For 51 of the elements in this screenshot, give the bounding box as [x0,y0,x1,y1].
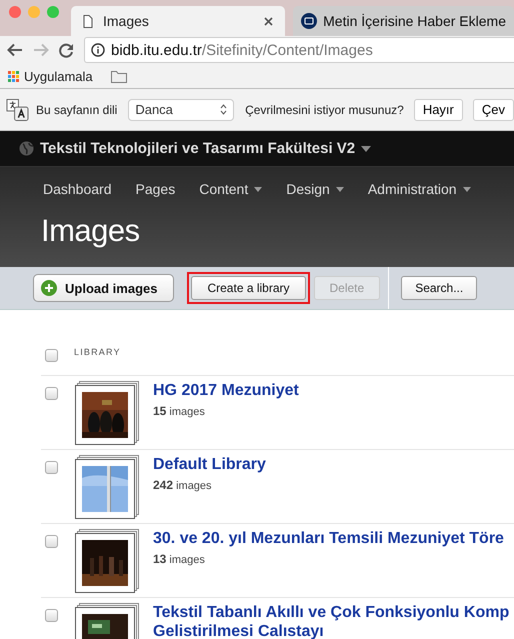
caret-icon [462,186,471,192]
image-count: 13 images [153,552,206,566]
image-count: 242 images [153,478,213,492]
university-logo-icon [301,13,318,29]
library-title[interactable]: Tekstil Tabanlı Akıllı ve Çok Fonksiyonlu Komp [153,603,510,622]
close-window-dot[interactable] [9,6,21,18]
translate-icon [6,98,29,122]
row-checkbox[interactable] [45,461,58,474]
address-field[interactable]: bidb.itu.edu.tr/Sitefinity/Content/Images [84,37,514,63]
image-count: 15 images [153,404,206,418]
caret-icon[interactable] [361,146,372,152]
library-title[interactable]: 30. ve 20. yıl Mezunları Temsili Mezuniyet Töre [153,529,504,548]
select-all-checkbox[interactable] [45,348,58,362]
updown-icon [220,104,228,115]
plus-icon [41,280,57,296]
minimize-window-dot[interactable] [28,6,40,18]
language-select[interactable]: Danca [128,98,234,120]
nav-item[interactable]: Administration [368,175,471,203]
row-checkbox[interactable] [45,609,58,622]
page-title: Images [41,213,141,249]
translate-question: Çevrilmesini istiyor musunuz? [245,102,404,116]
back-icon[interactable] [7,43,23,57]
info-icon [91,43,105,57]
row-checkbox[interactable] [45,535,58,548]
zoom-window-dot[interactable] [47,6,59,18]
reload-icon[interactable] [59,42,74,58]
search-button[interactable]: Search... [401,276,478,300]
nav-item[interactable]: Dashboard [43,175,112,203]
library-title[interactable]: HG 2017 Mezuniyet [153,381,299,400]
caret-icon [254,186,262,192]
translate-button[interactable]: Çev [472,98,514,120]
translate-label: Bu sayfanın dili [36,102,118,116]
row-checkbox[interactable] [45,387,58,400]
page-icon [83,14,93,28]
apps-bookmark[interactable]: Uygulamala [8,68,93,84]
browser-tab[interactable]: Images [71,6,286,36]
folder-icon[interactable] [110,70,127,82]
globe-icon [19,141,34,156]
library-title[interactable]: Gelistirilmesi Calıstayı [153,622,510,639]
toolbar-button[interactable]: Create a library [191,276,306,300]
column-header: LIBRARY [74,347,121,357]
toolbar-button[interactable]: Upload images [33,274,174,302]
nav-item[interactable]: Design [286,175,344,203]
apps-grid-icon [8,70,19,82]
close-tab-icon[interactable] [264,16,274,26]
nav-item[interactable]: Pages [136,175,176,203]
browser-tab[interactable]: Metin İçerisine Haber Ekleme [293,6,514,36]
nav-item[interactable]: Content [199,175,262,203]
translate-button[interactable]: Hayır [414,98,463,120]
caret-icon [336,186,344,192]
library-title[interactable]: Default Library [153,455,266,474]
